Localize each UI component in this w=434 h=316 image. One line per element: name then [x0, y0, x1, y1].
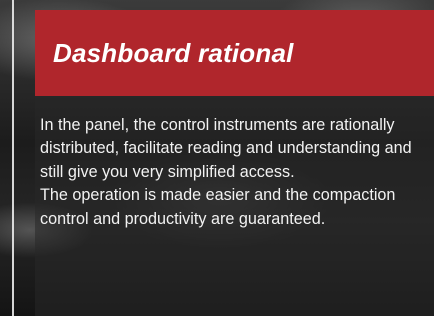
description-panel: In the panel, the control instruments ar…	[35, 96, 434, 316]
vertical-divider	[12, 0, 14, 316]
title-banner: Dashboard rational	[35, 10, 434, 96]
description-paragraph-2: The operation is made easier and the com…	[40, 186, 396, 228]
section-title: Dashboard rational	[53, 38, 294, 68]
description-text: In the panel, the control instruments ar…	[40, 114, 424, 231]
description-paragraph-1: In the panel, the control instruments ar…	[40, 116, 412, 181]
content-card: Dashboard rational In the panel, the con…	[0, 0, 434, 316]
